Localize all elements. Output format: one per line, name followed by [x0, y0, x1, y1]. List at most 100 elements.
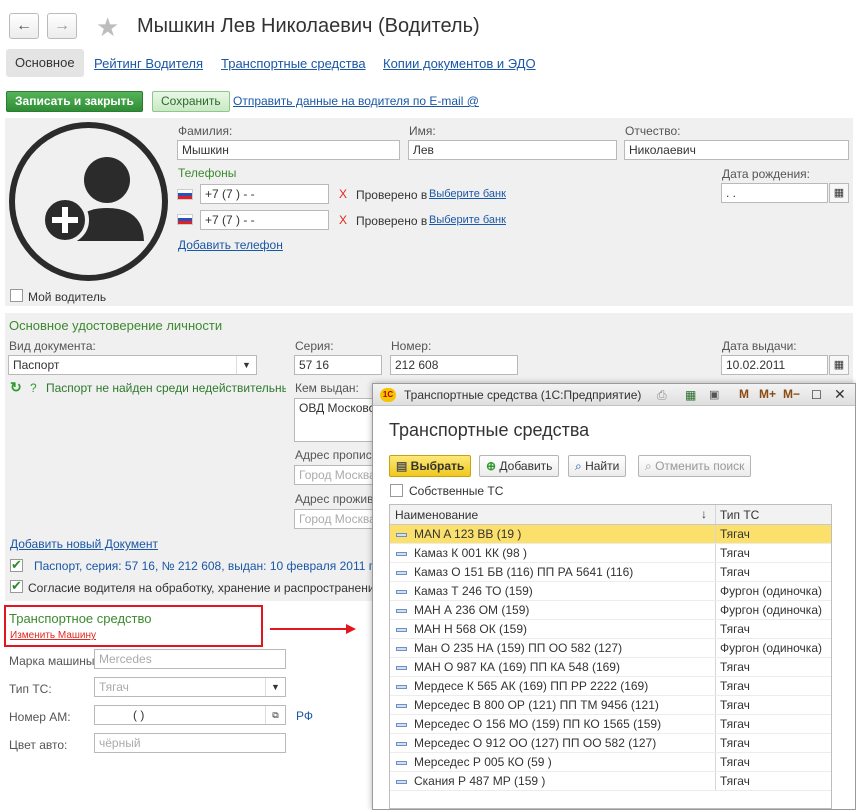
vehicle-name: Мердесе К 565 АК (169) ПП РР 2222 (169)	[414, 679, 649, 693]
vehicle-type: Тягач	[720, 698, 750, 712]
column-separator	[715, 696, 716, 714]
table-row[interactable]: Мерседес О 156 МО (159) ПП КО 1565 (159)…	[390, 715, 831, 734]
calendar-icon[interactable]: ▦	[829, 355, 849, 375]
avatar[interactable]	[9, 122, 168, 281]
passport-check-status: Паспорт не найден среди недействительных…	[46, 381, 286, 395]
chevron-down-icon[interactable]: ▼	[265, 678, 285, 696]
vehicle-item-icon	[396, 533, 407, 537]
add-button[interactable]: ⊕ Добавить	[479, 455, 560, 477]
choose-bank-link-1[interactable]: Выберите банк	[429, 188, 506, 200]
issue-date-field[interactable]: 10.02.2011	[721, 355, 828, 375]
color-field[interactable]: чёрный	[94, 733, 286, 753]
col-name-header[interactable]: Наименование	[395, 508, 478, 522]
brand-field[interactable]: Mercedes	[94, 649, 286, 669]
vehicle-type-select[interactable]: Тягач ▼	[94, 677, 286, 697]
issued-by-field[interactable]: ОВД Московского	[294, 398, 378, 442]
table-row[interactable]: MAN A 123 BB (19 ) Тягач	[390, 525, 831, 544]
vehicle-name: МАН Н 568 ОК (159)	[414, 622, 528, 636]
find-button[interactable]: ⌕ Найти	[568, 455, 627, 477]
tab-vehicles[interactable]: Транспортные средства	[221, 56, 366, 71]
table-row[interactable]: Скания Р 487 МР (159 ) Тягач	[390, 772, 831, 791]
table-row[interactable]: Мерседес В 800 ОР (121) ПП ТМ 9456 (121)…	[390, 696, 831, 715]
series-field[interactable]: 57 16	[294, 355, 382, 375]
calendar-icon[interactable]: ▦	[829, 183, 849, 203]
help-icon[interactable]: ?	[30, 381, 37, 395]
calendar-icon[interactable]: ▣	[709, 388, 719, 401]
patronymic-field[interactable]: Николаевич	[624, 140, 849, 160]
vehicle-item-icon	[396, 704, 407, 708]
close-icon[interactable]: ✕	[834, 386, 846, 403]
popup-window-title: Транспортные средства (1С:Предприятие)	[404, 388, 642, 402]
tab-main[interactable]: Основное	[6, 49, 84, 77]
table-row[interactable]: Камаз Т 246 ТО (159) Фургон (одиночка)	[390, 582, 831, 601]
table-row[interactable]: МАН О 987 КА (169) ПП КА 548 (169) Тягач	[390, 658, 831, 677]
column-separator	[715, 620, 716, 638]
col-type-header[interactable]: Тип ТС	[720, 508, 759, 522]
add-label: Добавить	[499, 459, 553, 473]
print-icon[interactable]: ⎙	[657, 388, 667, 403]
phone-field-1[interactable]: +7 (7 ) - -	[200, 184, 329, 204]
table-row[interactable]: МАН А 236 ОМ (159) Фургон (одиночка)	[390, 601, 831, 620]
chevron-down-icon[interactable]: ▼	[236, 356, 256, 374]
verified-label-1: Проверено в	[356, 188, 428, 202]
passport-summary[interactable]: Паспорт, серия: 57 16, № 212 608, выдан:…	[34, 559, 374, 573]
table-row[interactable]: Камаз К 001 КК (98 ) Тягач	[390, 544, 831, 563]
memory-minus-icon[interactable]: M−	[783, 387, 800, 401]
save-and-close-button[interactable]: Записать и закрыть	[6, 91, 143, 112]
maximize-icon[interactable]: ☐	[811, 388, 822, 402]
change-car-link[interactable]: Изменить Машину	[10, 630, 96, 641]
vehicle-item-icon	[396, 666, 407, 670]
column-separator	[715, 601, 716, 619]
open-icon[interactable]: ⧉	[265, 706, 285, 724]
plate-field[interactable]: ( ) ⧉	[94, 705, 286, 725]
consent-checkbox[interactable]	[10, 578, 23, 594]
surname-field[interactable]: Мышкин	[177, 140, 400, 160]
favorite-star-icon[interactable]: ★	[96, 12, 119, 43]
reg-address-field[interactable]: Город Москва	[294, 465, 378, 485]
add-document-link[interactable]: Добавить новый Документ	[10, 537, 158, 551]
refresh-icon[interactable]: ↻	[10, 379, 22, 396]
tab-documents[interactable]: Копии документов и ЭДО	[383, 56, 536, 71]
column-separator	[715, 525, 716, 543]
table-row[interactable]: Мерседес Р 005 КО (59 ) Тягач	[390, 753, 831, 772]
table-row[interactable]: Мердесе К 565 АК (169) ПП РР 2222 (169) Т…	[390, 677, 831, 696]
send-email-link[interactable]: Отправить данные на водителя по E-mail @	[233, 94, 479, 108]
popup-title-bar[interactable]: 1С Транспортные средства (1С:Предприятие…	[373, 384, 855, 406]
cancel-search-button[interactable]: ⌕ Отменить поиск	[638, 455, 752, 477]
choose-bank-link-2[interactable]: Выберите банк	[429, 214, 506, 226]
table-row[interactable]: МАН Н 568 ОК (159) Тягач	[390, 620, 831, 639]
add-phone-link[interactable]: Добавить телефон	[178, 238, 283, 252]
my-driver-checkbox[interactable]	[10, 289, 23, 302]
own-vehicles-checkbox[interactable]	[390, 484, 403, 497]
consent-label: Согласие водителя на обработку, хранение…	[28, 581, 374, 595]
name-field[interactable]: Лев	[408, 140, 617, 160]
vehicle-item-icon	[396, 609, 407, 613]
table-row[interactable]: Камаз О 151 БВ (116) ПП РА 5641 (116) Тяг…	[390, 563, 831, 582]
tab-driver-rating[interactable]: Рейтинг Водителя	[94, 56, 203, 71]
birthdate-field[interactable]: . .	[721, 183, 828, 203]
add-icon: ⊕	[486, 459, 500, 473]
cancel-search-label: Отменить поиск	[655, 459, 745, 473]
vehicle-name: MAN A 123 BB (19 )	[414, 527, 522, 541]
vehicle-name: Камаз О 151 БВ (116) ПП РА 5641 (116)	[414, 565, 634, 579]
select-button[interactable]: ▤ Выбрать	[389, 455, 472, 477]
memory-m-icon[interactable]: M	[739, 387, 749, 401]
forward-button[interactable]: →	[47, 13, 77, 39]
not-verified-icon: X	[339, 213, 348, 227]
calculator-icon[interactable]: ▦	[685, 388, 696, 402]
popup-heading: Транспортные средства	[389, 420, 590, 440]
memory-plus-icon[interactable]: M+	[759, 387, 776, 401]
vehicle-item-icon	[396, 761, 407, 765]
column-separator	[715, 505, 716, 524]
issued-by-label: Кем выдан:	[295, 381, 359, 395]
table-row[interactable]: Мерседес О 912 ОО (127) ПП ОО 582 (127) Т…	[390, 734, 831, 753]
phone-field-2[interactable]: +7 (7 ) - -	[200, 210, 329, 230]
table-row[interactable]: Ман О 235 НА (159) ПП ОО 582 (127) Фургон…	[390, 639, 831, 658]
birthdate-label: Дата рождения:	[722, 167, 810, 181]
doc-type-select[interactable]: Паспорт ▼	[8, 355, 257, 375]
number-field[interactable]: 212 608	[390, 355, 518, 375]
live-address-field[interactable]: Город Москва	[294, 509, 378, 529]
back-button[interactable]: ←	[9, 13, 39, 39]
save-button[interactable]: Сохранить	[152, 91, 230, 112]
passport-checkbox[interactable]	[10, 557, 23, 573]
